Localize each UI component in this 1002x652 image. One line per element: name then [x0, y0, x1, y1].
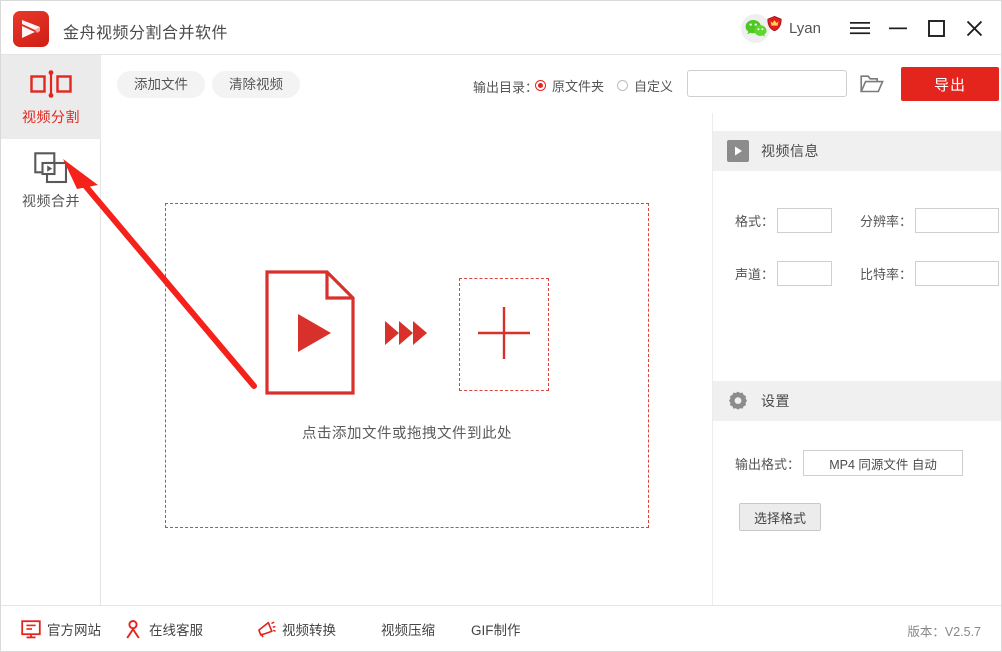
field-resolution-value: [915, 208, 999, 233]
field-format-value: [777, 208, 832, 233]
minimize-icon[interactable]: [879, 9, 917, 47]
field-audio-channel-label: 声道：: [735, 264, 774, 283]
main-content: 点击添加文件或拖拽文件到此处: [101, 113, 713, 605]
bottom-item-official-website[interactable]: 官方网站: [21, 618, 101, 640]
play-square-icon: [727, 140, 749, 162]
video-info-title: 视频信息: [761, 141, 819, 161]
radio-dot-icon: [617, 80, 628, 91]
video-info-header: 视频信息: [713, 131, 1001, 171]
clear-video-button[interactable]: 清除视频: [212, 71, 300, 98]
folder-open-icon[interactable]: [859, 71, 885, 95]
bottom-item-label: 视频压缩: [381, 619, 435, 639]
bottom-item-gif-maker[interactable]: GIF制作: [471, 618, 521, 640]
sidebar-item-label: 视频分割: [22, 107, 80, 127]
field-resolution: 分辨率：: [860, 208, 999, 233]
output-directory-label: 输出目录：: [473, 77, 538, 96]
field-audio-channel-value: [777, 261, 832, 286]
user-account-area[interactable]: Lyan: [741, 10, 821, 46]
settings-title: 设置: [761, 391, 790, 411]
field-format: 格式：: [735, 208, 832, 233]
output-path-input[interactable]: [687, 70, 847, 97]
sidebar-item-video-merge[interactable]: 视频合并: [1, 139, 101, 223]
bottom-item-video-compress[interactable]: 视频压缩: [381, 618, 435, 640]
output-format-label: 输出格式：: [735, 454, 800, 473]
field-audio-channel: 声道：: [735, 261, 832, 286]
field-bitrate-label: 比特率：: [860, 264, 912, 283]
sidebar: 视频分割 视频合并: [1, 55, 101, 605]
hamburger-menu-icon[interactable]: [841, 9, 879, 47]
video-merge-icon: [34, 151, 68, 185]
settings-header: 设置: [713, 381, 1001, 421]
radio-original-folder-label: 原文件夹: [552, 76, 604, 95]
field-format-label: 格式：: [735, 211, 774, 230]
app-logo-icon: [13, 11, 49, 47]
video-info-row-audio: 声道： 比特率：: [713, 261, 1001, 286]
page-title: 金舟视频分割合并软件: [63, 19, 228, 43]
bottom-item-online-service[interactable]: 在线客服: [123, 618, 203, 640]
sidebar-item-video-split[interactable]: 视频分割: [1, 55, 101, 139]
field-resolution-label: 分辨率：: [860, 211, 912, 230]
bottom-item-label: 视频转换: [282, 619, 336, 639]
version-label: 版本：V2.5.7: [907, 621, 981, 640]
bottom-item-label: 官方网站: [47, 619, 101, 639]
vip-crown-icon: [766, 15, 783, 32]
sidebar-item-label: 视频合并: [22, 191, 80, 211]
maximize-icon[interactable]: [917, 9, 955, 47]
choose-format-button[interactable]: 选择格式: [739, 503, 821, 531]
radio-custom-folder-label: 自定义: [634, 76, 673, 95]
video-split-icon: [30, 67, 72, 101]
title-bar: 金舟视频分割合并软件 Lya: [1, 1, 1001, 55]
radio-dot-selected-icon: [535, 80, 546, 91]
triple-chevron-right-icon: [383, 317, 431, 352]
file-dropzone[interactable]: 点击添加文件或拖拽文件到此处: [165, 203, 649, 528]
right-panel: 视频信息 格式： 分辨率： 声道： 比特率：: [713, 113, 1001, 605]
close-icon[interactable]: [955, 9, 993, 47]
dropzone-hint-text: 点击添加文件或拖拽文件到此处: [302, 422, 512, 443]
bottom-item-video-convert[interactable]: 视频转换: [256, 618, 336, 640]
person-support-icon: [123, 619, 143, 639]
window-controls: [841, 9, 993, 47]
application-window: 金舟视频分割合并软件 Lya: [0, 0, 1002, 652]
field-bitrate: 比特率：: [860, 261, 999, 286]
video-info-row-format: 格式： 分辨率：: [713, 208, 1001, 233]
field-bitrate-value: [915, 261, 999, 286]
output-format-value: MP4 同源文件 自动: [803, 450, 963, 476]
add-placeholder-box[interactable]: [459, 278, 549, 391]
bottom-item-label: 在线客服: [149, 619, 203, 639]
dropzone-graphics: [265, 270, 549, 398]
output-format-row: 输出格式： MP4 同源文件 自动: [735, 450, 963, 476]
plus-icon: [476, 305, 532, 364]
export-button[interactable]: 导出: [901, 67, 999, 101]
megaphone-icon: [256, 619, 276, 639]
gear-icon: [727, 390, 749, 412]
add-file-button[interactable]: 添加文件: [117, 71, 205, 98]
bottom-item-label: GIF制作: [471, 619, 521, 639]
bottom-bar: 官方网站 在线客服 视频转换 视频压缩: [1, 605, 1001, 651]
video-file-play-icon: [265, 270, 355, 398]
toolbar: 添加文件 清除视频 输出目录： 原文件夹 自定义 导出: [101, 55, 1001, 114]
user-name-label: Lyan: [789, 20, 821, 37]
radio-custom-folder[interactable]: 自定义: [617, 76, 673, 95]
monitor-icon: [21, 619, 41, 639]
radio-original-folder[interactable]: 原文件夹: [535, 76, 604, 95]
